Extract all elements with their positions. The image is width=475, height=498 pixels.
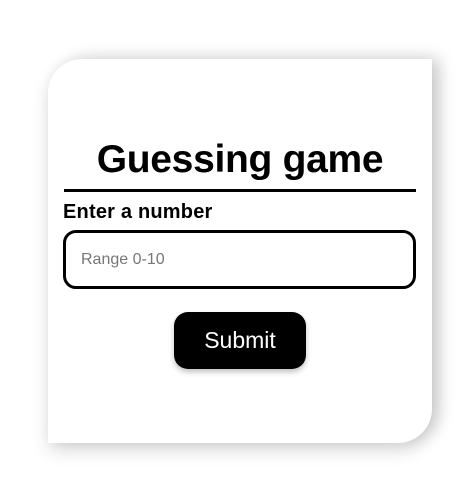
number-input-label: Enter a number bbox=[63, 201, 213, 223]
number-input[interactable] bbox=[63, 230, 416, 289]
game-card: Guessing game Enter a number Submit bbox=[48, 59, 432, 443]
submit-button[interactable]: Submit bbox=[174, 312, 306, 369]
page-title: Guessing game bbox=[64, 137, 416, 192]
